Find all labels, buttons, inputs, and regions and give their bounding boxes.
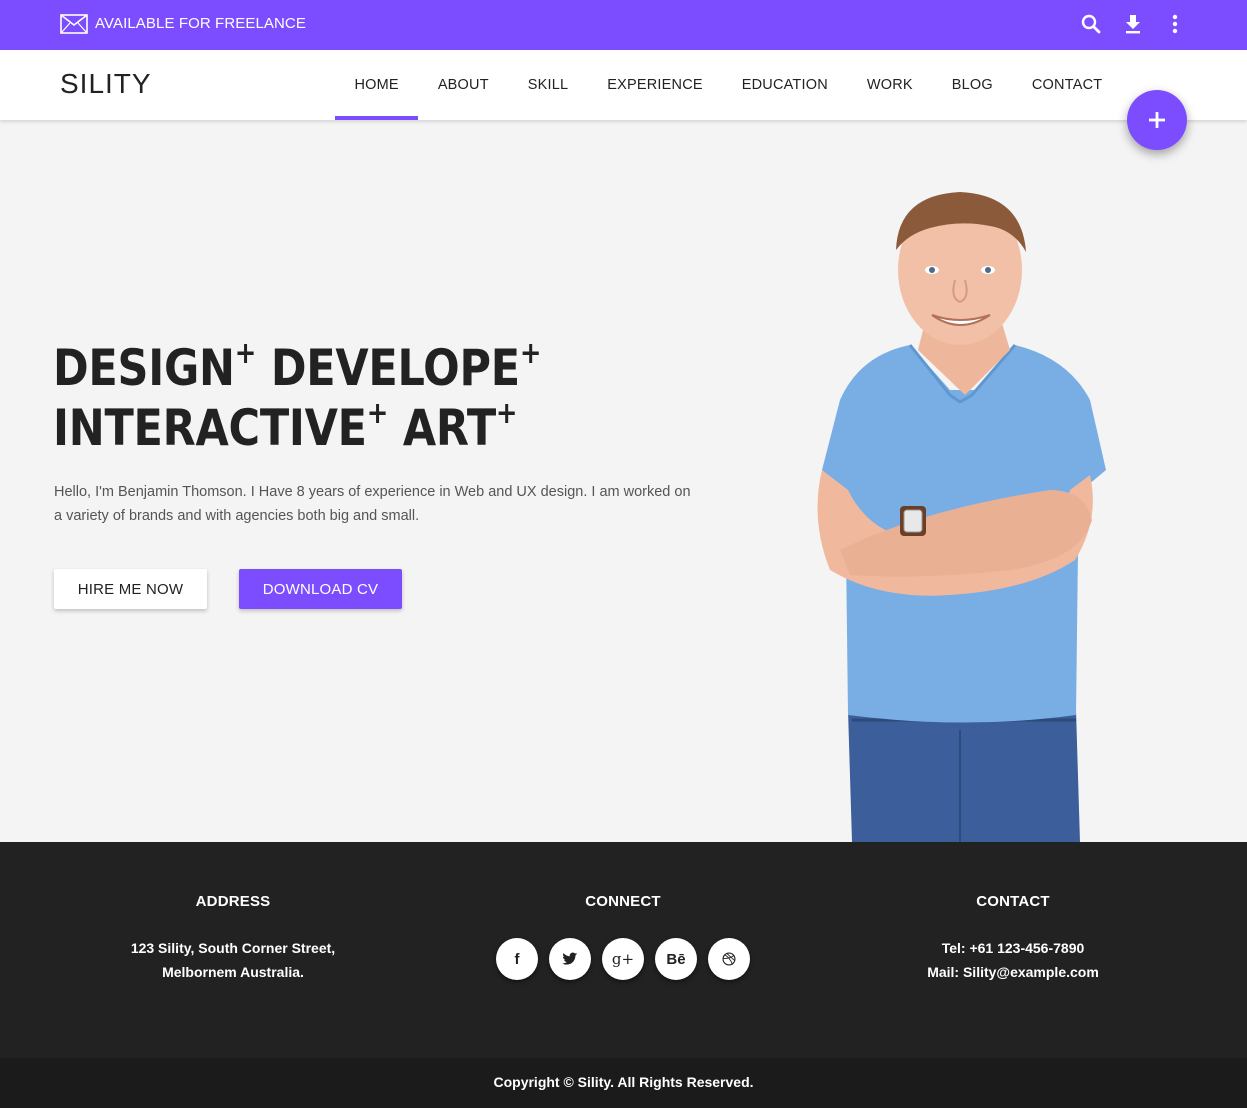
nav-item-about[interactable]: ABOUT <box>418 50 508 120</box>
hero-section: DESIGN+ DEVELOPE+ INTERACTIVE+ ART+ Hell… <box>0 120 1247 842</box>
brand-logo[interactable]: SILITY <box>60 68 152 100</box>
hero-intro-text: Hello, I'm Benjamin Thomson. I Have 8 ye… <box>54 484 691 524</box>
address-title: ADDRESS <box>195 893 271 910</box>
copyright-bar: Copyright © Sility. All Rights Reserved. <box>0 1058 1247 1108</box>
contact-phone: Tel: +61 123-456-7890 <box>941 940 1085 956</box>
hero-headline: DESIGN+ DEVELOPE+ INTERACTIVE+ ART+ <box>53 338 541 458</box>
mail-icon <box>60 14 88 34</box>
behance-icon[interactable]: Bē <box>655 938 697 980</box>
dribbble-icon[interactable] <box>708 938 750 980</box>
social-links: f g+ Bē <box>496 938 750 980</box>
download-icon[interactable] <box>1121 12 1145 36</box>
more-vert-icon[interactable] <box>1163 12 1187 36</box>
add-fab-button[interactable] <box>1127 90 1187 150</box>
profile-photo <box>817 192 1106 842</box>
headline-line-2: INTERACTIVE+ ART+ <box>53 396 518 458</box>
top-bar: AVAILABLE FOR FREELANCE <box>0 0 1247 50</box>
plus-icon <box>1149 112 1165 128</box>
site-footer: ADDRESS 123 Sility, South Corner Street,… <box>0 842 1247 1058</box>
twitter-icon[interactable] <box>549 938 591 980</box>
google-plus-icon[interactable]: g+ <box>602 938 644 980</box>
address-line-2: Melbornem Australia. <box>162 964 304 980</box>
main-navbar: SILITY HOME ABOUT SKILL EXPERIENCE EDUCA… <box>0 50 1247 120</box>
address-line-1: 123 Sility, South Corner Street, <box>130 940 336 956</box>
nav-item-skill[interactable]: SKILL <box>508 50 588 120</box>
search-icon[interactable] <box>1079 12 1103 36</box>
nav-item-education[interactable]: EDUCATION <box>722 50 847 120</box>
connect-title: CONNECT <box>585 893 661 910</box>
nav-item-blog[interactable]: BLOG <box>932 50 1012 120</box>
nav-item-experience[interactable]: EXPERIENCE <box>588 50 722 120</box>
nav-item-work[interactable]: WORK <box>847 50 932 120</box>
contact-title: CONTACT <box>976 893 1050 910</box>
nav-menu: HOME ABOUT SKILL EXPERIENCE EDUCATION WO… <box>335 50 1122 120</box>
nav-item-home[interactable]: HOME <box>335 50 419 120</box>
freelance-status: AVAILABLE FOR FREELANCE <box>95 15 306 32</box>
headline-line-1: DESIGN+ DEVELOPE+ <box>53 336 542 398</box>
download-cv-button[interactable]: DOWNLOAD CV <box>239 569 402 609</box>
hire-me-button[interactable]: HIRE ME NOW <box>54 569 207 609</box>
facebook-icon[interactable]: f <box>496 938 538 980</box>
nav-item-contact[interactable]: CONTACT <box>1012 50 1121 120</box>
contact-email: Mail: Sility@example.com <box>927 964 1099 980</box>
